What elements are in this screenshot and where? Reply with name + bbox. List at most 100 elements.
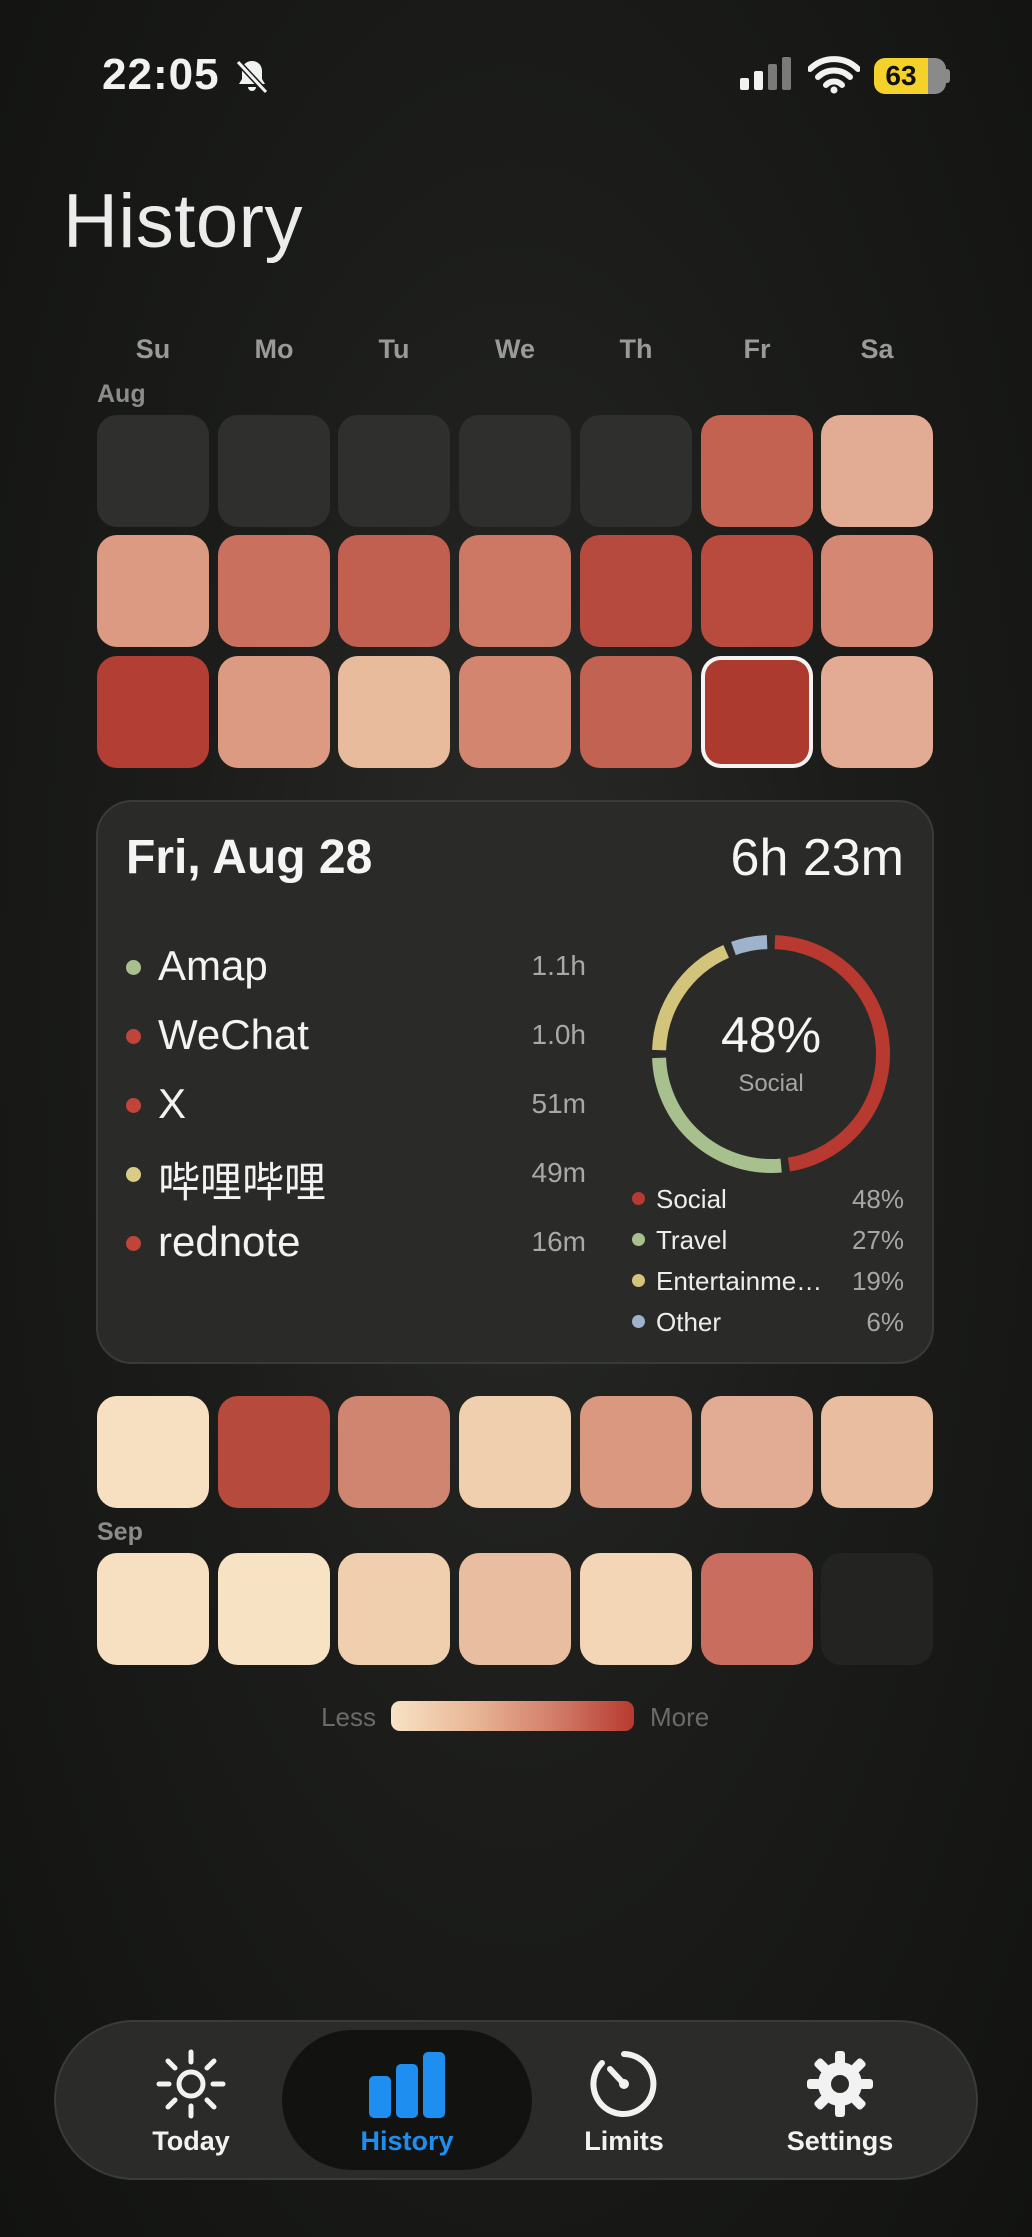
sun-icon [156,2049,226,2119]
intensity-scale-bar [391,1701,634,1731]
detail-total-time: 6h 23m [730,829,904,887]
bell-slash-icon [235,59,269,95]
app-name: X [158,1080,187,1127]
app-time: 1.1h [531,950,587,981]
legend-dot [632,1233,645,1246]
cellular-signal-icon [740,57,791,90]
day-cell[interactable] [97,656,209,768]
legend-pct: 48% [851,1184,904,1214]
app-color-dot [126,960,141,975]
wifi-icon [808,56,860,94]
day-cell[interactable] [218,535,330,647]
legend-pct: 6% [866,1307,904,1337]
tab-label: Limits [584,2126,664,2156]
app-time: 1.0h [531,1019,587,1050]
legend-name: Travel [656,1225,728,1255]
day-cell[interactable] [459,656,571,768]
day-cell[interactable] [97,535,209,647]
weekday-fr: Fr [743,334,771,364]
app-name: Amap [158,942,268,989]
day-cell[interactable] [338,1396,450,1508]
month-label-sep: Sep [97,1518,143,1546]
day-cell[interactable] [459,1553,571,1665]
app-usage-row[interactable]: X 51m [126,1076,586,1136]
day-cell[interactable] [218,1553,330,1665]
detail-date: Fri, Aug 28 [126,831,373,884]
tab-limits[interactable]: Limits [524,2048,724,2158]
legend-dot [632,1192,645,1205]
day-cell[interactable] [338,656,450,768]
day-cell [580,415,692,527]
legend-item-travel: Travel 27% [632,1222,904,1258]
tab-label: Settings [786,2126,894,2156]
legend-name: Social [656,1184,727,1214]
app-color-dot [126,1098,141,1113]
battery-indicator: 63 [874,58,950,94]
battery-level: 63 [874,58,928,94]
day-cell[interactable] [459,535,571,647]
day-cell[interactable] [459,1396,571,1508]
legend-name: Entertainme… [656,1266,823,1296]
day-cell[interactable] [218,1396,330,1508]
day-cell-selected[interactable] [701,656,813,768]
day-cell[interactable] [580,1553,692,1665]
day-cell[interactable] [821,1396,933,1508]
day-cell[interactable] [218,656,330,768]
scale-less-label: Less [321,1702,376,1732]
day-cell[interactable] [580,1396,692,1508]
donut-center-value: 48% [720,1007,822,1063]
day-cell[interactable] [821,535,933,647]
app-name: rednote [158,1218,301,1265]
tab-label: History [360,2126,454,2156]
day-cell[interactable] [338,1553,450,1665]
day-cell[interactable] [821,415,933,527]
legend-item-social: Social 48% [632,1181,904,1217]
weekday-sa: Sa [860,334,894,364]
day-cell[interactable] [338,535,450,647]
day-cell [821,1553,933,1665]
month-label-aug: Aug [97,380,146,408]
app-color-dot [126,1236,141,1251]
scale-more-label: More [650,1702,710,1732]
bar-chart-icon [369,2052,445,2118]
day-cell[interactable] [821,656,933,768]
legend-name: Other [656,1307,722,1337]
day-cell [97,415,209,527]
donut-center-label: Social [738,1070,804,1097]
tab-settings[interactable]: Settings [740,2048,940,2158]
app-usage-row[interactable]: rednote 16m [126,1214,586,1274]
weekday-su: Su [135,334,171,364]
app-time: 16m [531,1226,586,1257]
day-cell[interactable] [97,1396,209,1508]
app-usage-row[interactable]: WeChat 1.0h [126,1007,586,1067]
app-time: 51m [531,1088,586,1119]
app-color-dot [126,1167,141,1182]
day-cell [338,415,450,527]
day-cell[interactable] [701,535,813,647]
app-usage-row[interactable]: Amap 1.1h [126,938,586,998]
legend-item-other: Other 6% [632,1304,904,1340]
day-cell[interactable] [97,1553,209,1665]
app-usage-row[interactable]: 哔哩哔哩 49m [126,1145,586,1206]
donut-segment-other [731,935,768,956]
timer-icon [590,2051,657,2117]
app-name: WeChat [158,1011,309,1058]
weekday-th: Th [619,334,653,364]
weekday-mo: Mo [254,334,294,364]
tab-history[interactable]: History [307,2048,507,2158]
day-cell[interactable] [701,415,813,527]
day-cell[interactable] [701,1396,813,1508]
app-name: 哔哩哔哩 [158,1159,327,1206]
legend-dot [632,1274,645,1287]
legend-item-entertainment: Entertainme… 19% [632,1263,904,1299]
status-time: 22:05 [102,50,220,99]
tab-today[interactable]: Today [91,2048,291,2158]
day-cell[interactable] [580,656,692,768]
app-time: 49m [531,1157,586,1188]
day-cell[interactable] [701,1553,813,1665]
app-color-dot [126,1029,141,1044]
tab-label: Today [152,2126,230,2156]
day-cell [459,415,571,527]
gear-icon [807,2051,873,2117]
day-cell[interactable] [580,535,692,647]
